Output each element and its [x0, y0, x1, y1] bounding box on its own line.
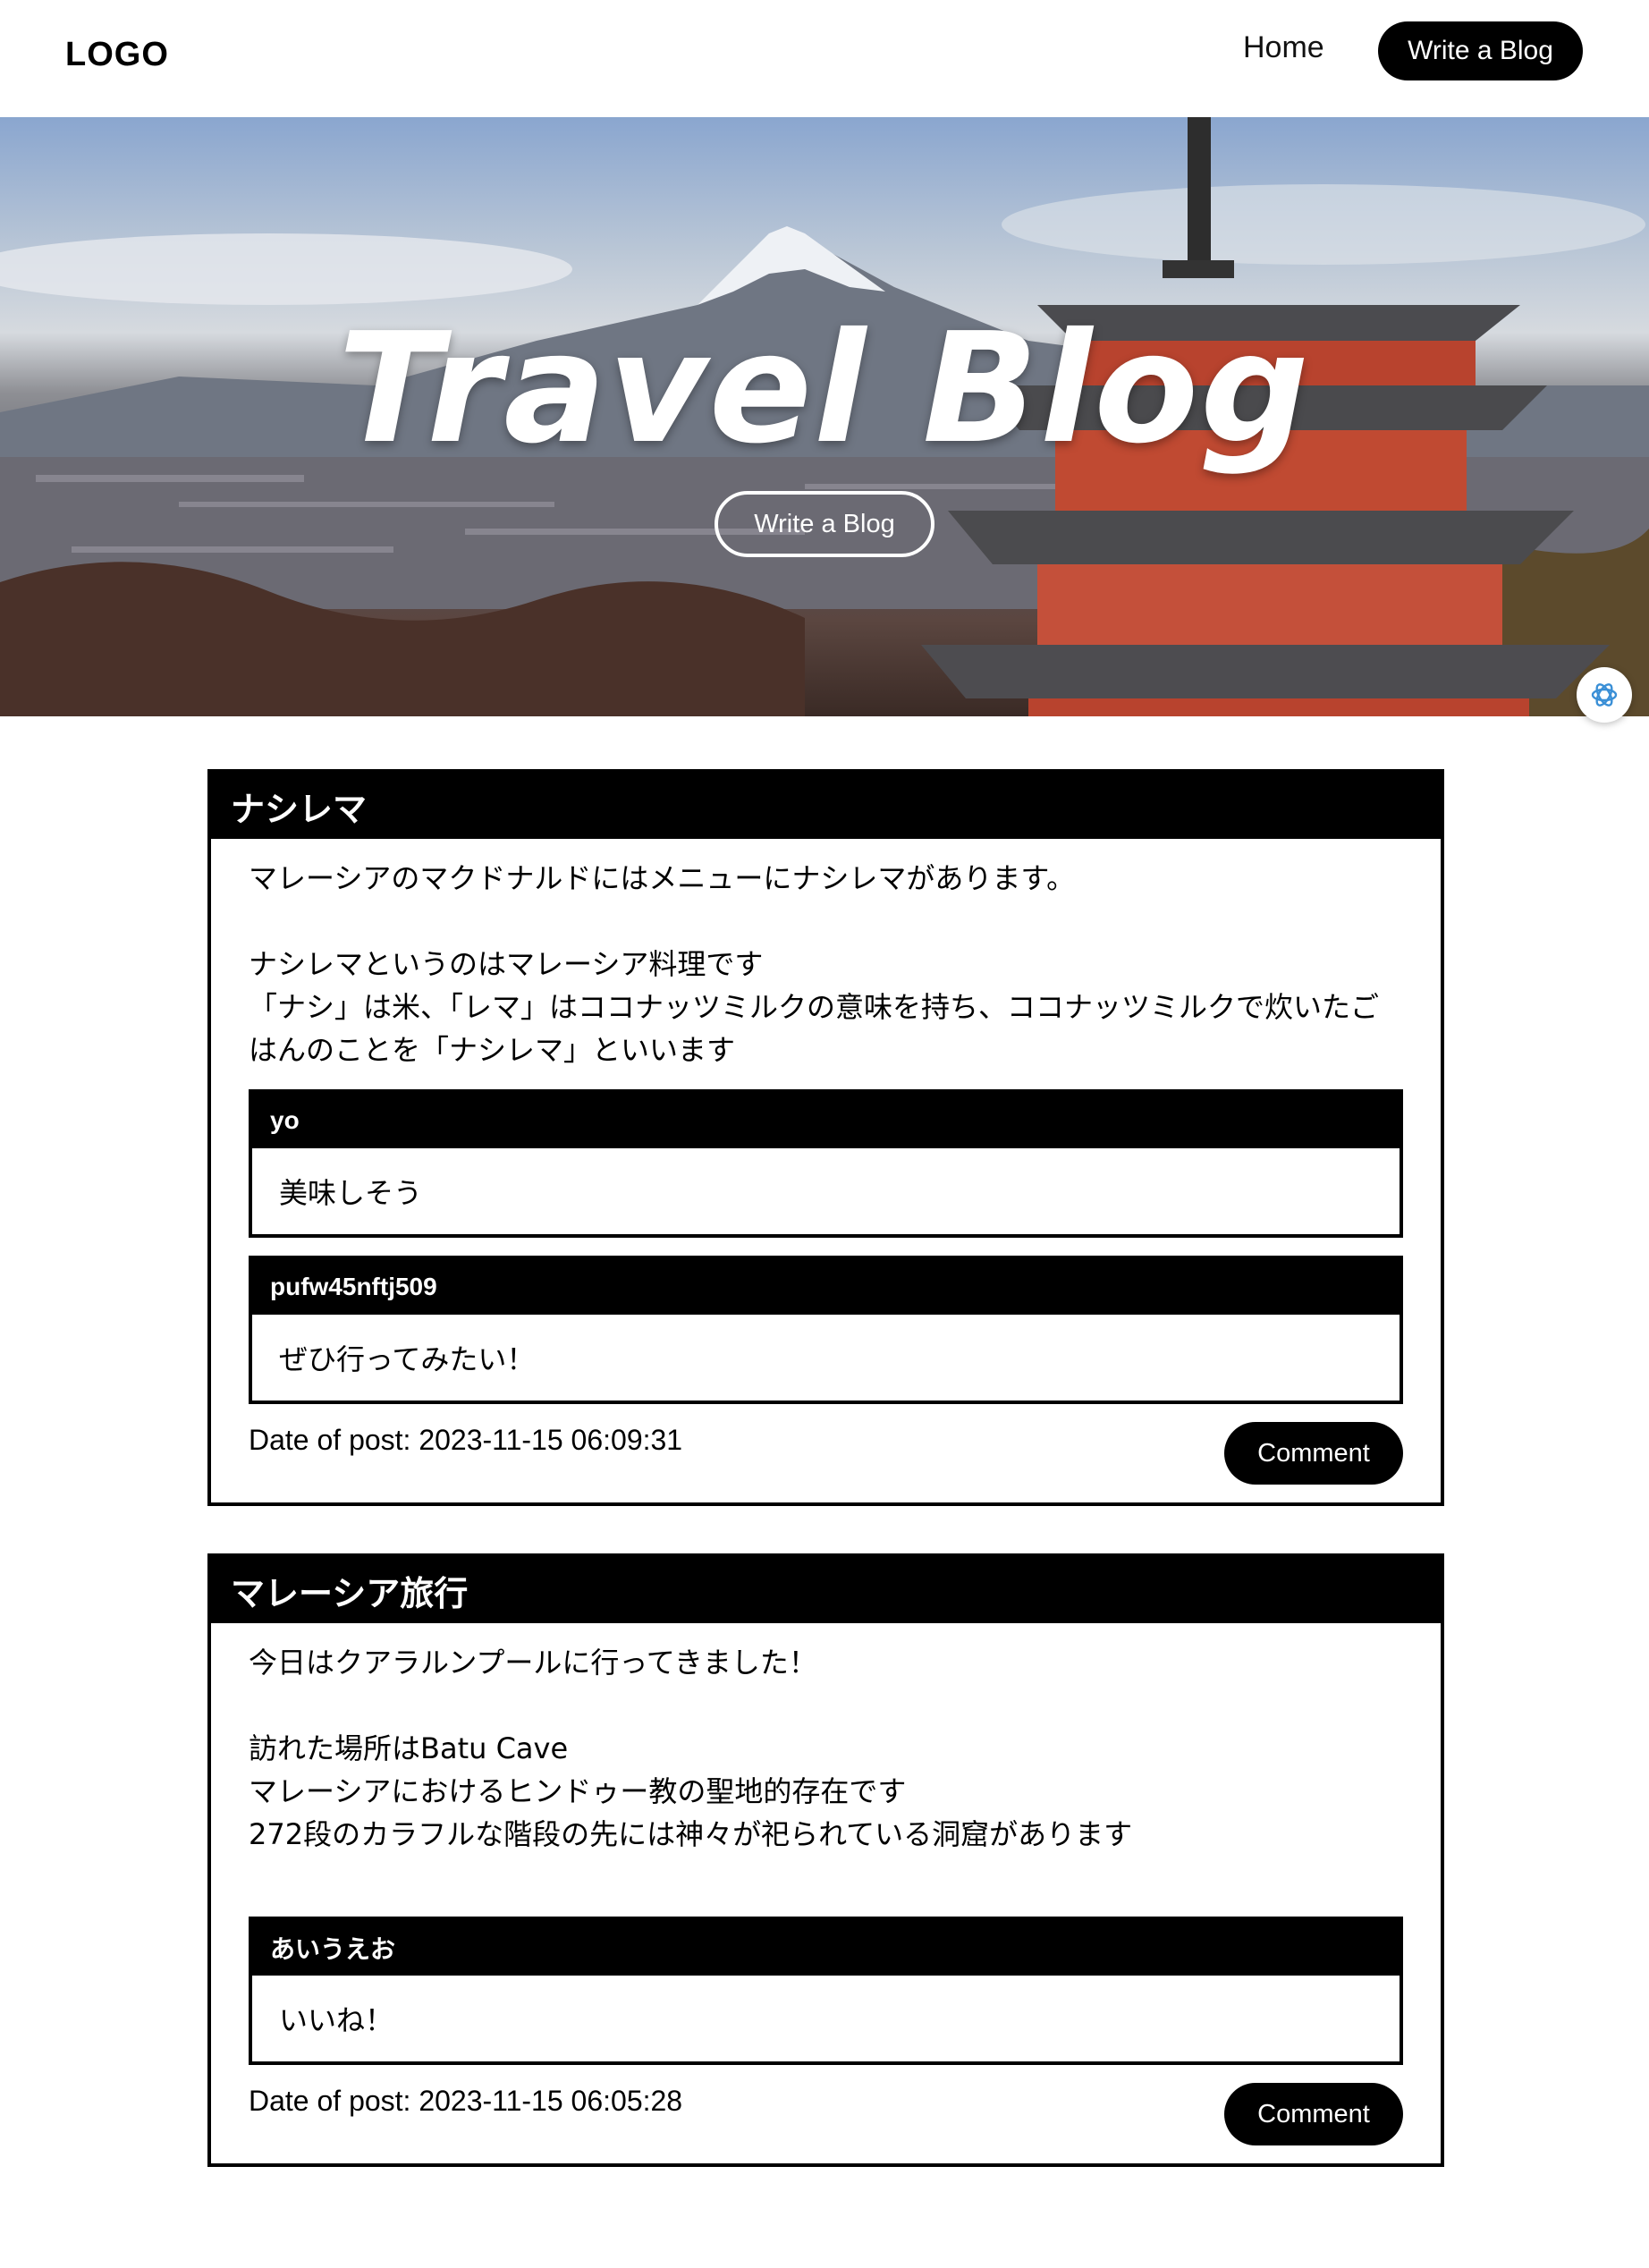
- post-body-line: [249, 1856, 1403, 1899]
- comment-card: pufw45nftj509 ぜひ行ってみたい！: [249, 1256, 1403, 1404]
- blog-post: マレーシア旅行 今日はクアラルンプールに行ってきました！ 訪れた場所はBatu …: [207, 1553, 1444, 2167]
- site-header: LOGO Home Write a Blog: [0, 0, 1649, 117]
- post-body-line: マレーシアにおけるヒンドゥー教の聖地的存在です: [249, 1774, 907, 1808]
- hero-write-blog-button[interactable]: Write a Blog: [715, 491, 934, 557]
- comment-button[interactable]: Comment: [1224, 1422, 1403, 1485]
- post-body-line: はんのことを「ナシレマ」といいます: [249, 1033, 736, 1067]
- post-body: マレーシアのマクドナルドにはメニューにナシレマがあります。 ナシレマというのはマ…: [211, 839, 1441, 1071]
- post-date: Date of post: 2023-11-15 06:09:31: [249, 1424, 683, 1456]
- post-title: マレーシア旅行: [211, 1557, 1441, 1623]
- post-body-line: 今日はクアラルンプールに行ってきました！: [249, 1646, 817, 1680]
- post-date: Date of post: 2023-11-15 06:05:28: [249, 2085, 683, 2117]
- comment-username: あいうえお: [252, 1920, 1400, 1976]
- post-title: ナシレマ: [211, 773, 1441, 839]
- hero-title: Travel Blog: [338, 300, 1311, 478]
- nav-write-blog-button[interactable]: Write a Blog: [1378, 21, 1583, 80]
- post-body-line: 訪れた場所はBatu Cave: [249, 1731, 569, 1765]
- comment-username: pufw45nftj509: [252, 1259, 1400, 1315]
- blog-post: ナシレマ マレーシアのマクドナルドにはメニューにナシレマがあります。 ナシレマと…: [207, 769, 1444, 1506]
- comment-button[interactable]: Comment: [1224, 2083, 1403, 2145]
- post-body-line: ナシレマというのはマレーシア料理です: [249, 947, 764, 981]
- assistant-icon: [1591, 683, 1618, 707]
- comment-card: yo 美味しそう: [249, 1089, 1403, 1238]
- nav-home-link[interactable]: Home: [1243, 30, 1324, 65]
- post-body-line: 「ナシ」は米、「レマ」はココナッツミルクの意味を持ち、ココナッツミルクで炊いたご: [249, 990, 1380, 1024]
- post-body-line: [249, 900, 1403, 943]
- post-body-line: マレーシアのマクドナルドにはメニューにナシレマがあります。: [249, 861, 1076, 895]
- comment-card: あいうえお いいね！: [249, 1917, 1403, 2065]
- post-footer: Date of post: 2023-11-15 06:09:31 Commen…: [211, 1404, 1441, 1502]
- comment-text: ぜひ行ってみたい！: [279, 1342, 536, 1376]
- post-body-line: 272段のカラフルな階段の先には神々が祀られている洞窟があります: [249, 1817, 1133, 1851]
- hero-banner: Travel Blog Write a Blog: [0, 117, 1649, 716]
- post-body-line: [249, 1684, 1403, 1727]
- assistant-badge[interactable]: [1577, 667, 1632, 723]
- post-body: 今日はクアラルンプールに行ってきました！ 訪れた場所はBatu Cave マレー…: [211, 1623, 1441, 1899]
- post-footer: Date of post: 2023-11-15 06:05:28 Commen…: [211, 2065, 1441, 2163]
- comment-text: 美味しそう: [279, 1176, 423, 1210]
- comment-text: いいね！: [279, 2003, 394, 2037]
- site-logo[interactable]: LOGO: [65, 36, 169, 74]
- comment-username: yo: [252, 1093, 1400, 1148]
